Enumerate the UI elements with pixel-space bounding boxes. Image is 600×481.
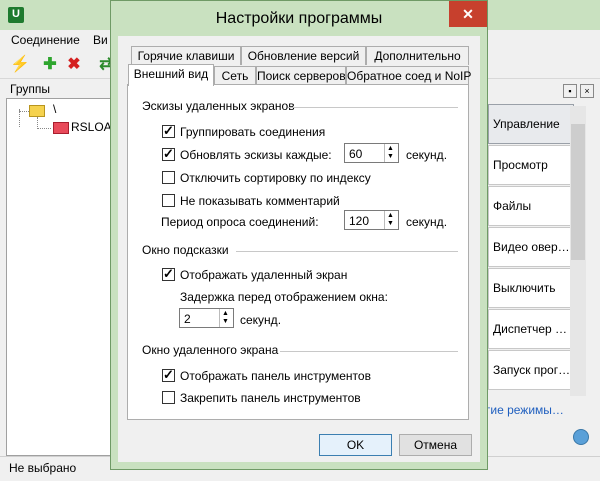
mode-view-button[interactable]: Просмотр [488, 145, 574, 185]
mode-shutdown-button[interactable]: Выключить [488, 268, 574, 308]
mode-run-program-button[interactable]: Запуск прог… [488, 350, 574, 390]
close-icon[interactable]: × [580, 84, 594, 98]
ok-button[interactable]: OK [319, 434, 392, 456]
show-remote-screen-checkbox[interactable] [162, 266, 175, 282]
disable-sorting-label: Отключить сортировку по индексу [180, 171, 371, 185]
menu-view[interactable]: Ви [93, 33, 108, 47]
poll-period-stepper[interactable]: 120 ▲ ▼ [344, 210, 399, 230]
appearance-panel: Эскизы удаленных экранов Группировать со… [127, 84, 469, 420]
groups-tree[interactable]: \ RSLOAD [6, 98, 120, 456]
scrollbar-thumb[interactable] [571, 124, 585, 260]
hide-comments-label: Не показывать комментарий [180, 194, 340, 208]
add-icon[interactable]: ✚ [40, 55, 60, 75]
menu-connection[interactable]: Соединение [11, 33, 80, 47]
server-folder-icon [53, 122, 69, 134]
tooltip-section-title: Окно подсказки [142, 243, 229, 257]
section-divider [280, 351, 458, 352]
update-thumbnails-label: Обновлять эскизы каждые: [180, 148, 332, 162]
mode-video-button[interactable]: Видео овер… [488, 227, 574, 267]
update-thumbnails-checkbox[interactable] [162, 146, 175, 162]
mode-panel-scrollbar[interactable] [570, 106, 586, 396]
tab-reverse-noip[interactable]: Обратное соед и NoIP [346, 66, 471, 85]
show-toolbar-checkbox[interactable] [162, 367, 175, 383]
section-divider [288, 107, 458, 108]
tooltip-delay-unit: секунд. [240, 313, 282, 327]
globe-icon[interactable] [573, 429, 589, 445]
show-remote-screen-label: Отображать удаленный экран [180, 268, 348, 282]
more-modes-link[interactable]: гие режимы… [486, 403, 564, 417]
poll-period-unit: секунд. [406, 215, 448, 229]
tab-server-search[interactable]: Поиск серверов [256, 66, 346, 85]
mode-control-button[interactable]: Управление [488, 104, 574, 144]
groups-label: Группы [10, 82, 50, 96]
dialog-title: Настройки программы [215, 10, 383, 27]
disable-sorting-checkbox[interactable] [162, 171, 175, 184]
settings-dialog: Настройки программы ✕ Горячие клавиши Об… [110, 0, 488, 470]
delete-icon[interactable]: ✖ [64, 55, 84, 75]
tab-appearance[interactable]: Внешний вид [128, 64, 214, 86]
dialog-close-button[interactable]: ✕ [449, 1, 487, 27]
pin-toolbar-label: Закрепить панель инструментов [180, 391, 361, 405]
tooltip-delay-label: Задержка перед отображением окна: [180, 290, 388, 304]
mode-task-manager-button[interactable]: Диспетчер … [488, 309, 574, 349]
cancel-button[interactable]: Отмена [399, 434, 472, 456]
update-interval-stepper[interactable]: 60 ▲ ▼ [344, 143, 399, 163]
group-connections-label: Группировать соединения [180, 125, 326, 139]
thumbnails-section-title: Эскизы удаленных экранов [142, 99, 295, 113]
group-connections-checkbox[interactable] [162, 123, 175, 139]
hide-comments-checkbox[interactable] [162, 194, 175, 207]
tree-root-label[interactable]: \ [53, 102, 56, 116]
dialog-body: Горячие клавиши Обновление версий Дополн… [118, 36, 480, 462]
tab-updates[interactable]: Обновление версий [241, 46, 366, 65]
mode-files-button[interactable]: Файлы [488, 186, 574, 226]
poll-period-label: Период опроса соединений: [161, 215, 319, 229]
tab-advanced[interactable]: Дополнительно [366, 46, 469, 65]
status-text: Не выбрано [9, 461, 77, 475]
tab-network[interactable]: Сеть [214, 66, 256, 85]
pin-icon[interactable]: ▪ [563, 84, 577, 98]
show-toolbar-label: Отображать панель инструментов [180, 369, 371, 383]
update-interval-unit: секунд. [406, 148, 448, 162]
tooltip-delay-stepper[interactable]: 2 ▲ ▼ [179, 308, 234, 328]
lightning-icon[interactable]: ⚡ [10, 55, 30, 75]
tab-hotkeys[interactable]: Горячие клавиши [131, 46, 241, 65]
section-divider [236, 251, 458, 252]
folder-icon [29, 105, 45, 117]
pin-toolbar-checkbox[interactable] [162, 391, 175, 404]
remote-window-section-title: Окно удаленного экрана [142, 343, 279, 357]
app-logo-icon: U [8, 7, 24, 23]
